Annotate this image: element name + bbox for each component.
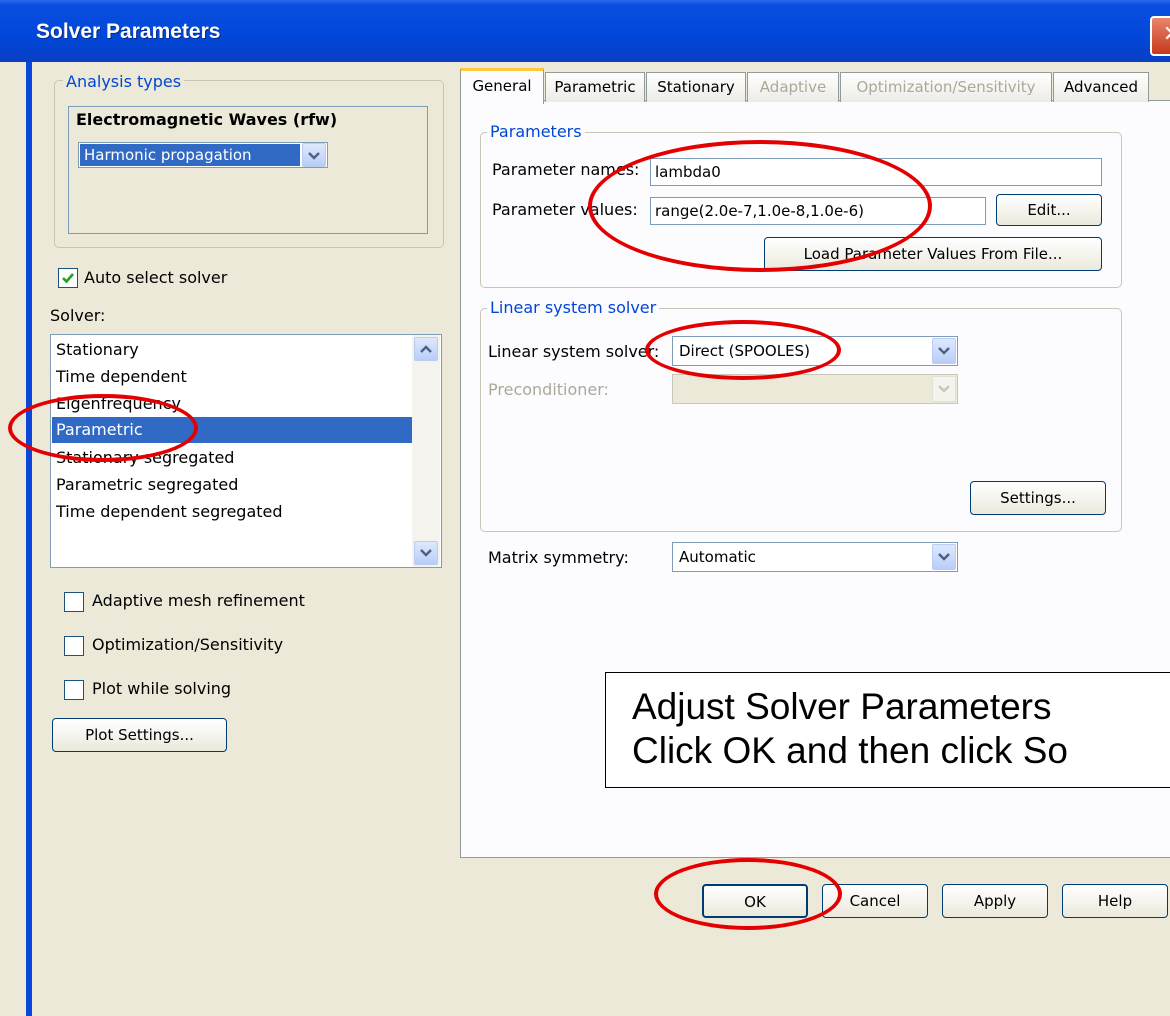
analysis-types-label: Analysis types bbox=[63, 72, 185, 91]
preconditioner-label: Preconditioner: bbox=[488, 380, 609, 399]
tab-adaptive[interactable]: Adaptive bbox=[747, 72, 839, 102]
scroll-down-button[interactable] bbox=[414, 541, 438, 565]
application-mode-name: Electromagnetic Waves (rfw) bbox=[76, 110, 338, 129]
matrix-symmetry-value: Automatic bbox=[679, 548, 756, 566]
scroll-up-button[interactable] bbox=[414, 337, 438, 361]
window-title: Solver Parameters bbox=[36, 20, 221, 43]
analysis-type-value: Harmonic propagation bbox=[80, 144, 300, 166]
checkmark-icon bbox=[62, 273, 74, 284]
adaptive-mesh-checkbox[interactable] bbox=[64, 592, 84, 612]
solver-item-stationary[interactable]: Stationary bbox=[52, 337, 412, 363]
optimization-label: Optimization/Sensitivity bbox=[92, 635, 284, 654]
linear-solver-settings-button[interactable]: Settings... bbox=[970, 481, 1106, 515]
tab-advanced[interactable]: Advanced bbox=[1053, 72, 1149, 102]
apply-button[interactable]: Apply bbox=[942, 884, 1048, 918]
plot-while-solving-checkbox[interactable] bbox=[64, 680, 84, 700]
auto-select-checkbox[interactable] bbox=[58, 268, 78, 288]
tab-parametric[interactable]: Parametric bbox=[545, 72, 645, 102]
linear-system-solver-group-label: Linear system solver bbox=[487, 298, 660, 317]
chevron-down-icon[interactable] bbox=[932, 338, 956, 364]
callout-line-1: Adjust Solver Parameters bbox=[632, 686, 1052, 727]
callout-line-2: Click OK and then click So bbox=[632, 730, 1068, 771]
chevron-down-icon bbox=[932, 376, 956, 402]
solver-label: Solver: bbox=[50, 306, 106, 325]
matrix-symmetry-label: Matrix symmetry: bbox=[488, 548, 629, 567]
plot-while-solving-label: Plot while solving bbox=[92, 679, 232, 698]
chevron-down-icon[interactable] bbox=[302, 143, 326, 167]
help-button[interactable]: Help bbox=[1062, 884, 1168, 918]
chevron-down-icon[interactable] bbox=[932, 544, 956, 570]
close-button[interactable]: ✕ bbox=[1150, 16, 1170, 56]
tab-general[interactable]: General bbox=[460, 68, 544, 104]
solver-item-parametric-segregated[interactable]: Parametric segregated bbox=[52, 472, 412, 498]
tab-stationary[interactable]: Stationary bbox=[646, 72, 746, 102]
close-icon: ✕ bbox=[1163, 22, 1170, 47]
tab-optimization-sensitivity[interactable]: Optimization/Sensitivity bbox=[840, 72, 1052, 102]
parameters-group-label: Parameters bbox=[487, 122, 585, 141]
linear-solver-label: Linear system solver: bbox=[488, 342, 660, 361]
window-frame-border bbox=[26, 62, 32, 1016]
instruction-callout: Adjust Solver Parameters Click OK and th… bbox=[605, 672, 1170, 788]
matrix-symmetry-select[interactable]: Automatic bbox=[672, 542, 958, 572]
adaptive-mesh-label: Adaptive mesh refinement bbox=[92, 591, 305, 610]
chevron-down-icon bbox=[420, 549, 432, 557]
edit-button[interactable]: Edit... bbox=[996, 194, 1102, 226]
auto-select-label: Auto select solver bbox=[84, 268, 228, 287]
analysis-type-select[interactable]: Harmonic propagation bbox=[78, 142, 328, 168]
chevron-up-icon bbox=[420, 345, 432, 353]
annotation-ellipse-ok bbox=[654, 858, 842, 930]
annotation-ellipse-linear-solver bbox=[645, 320, 841, 380]
solver-item-time-dependent-segregated[interactable]: Time dependent segregated bbox=[52, 499, 412, 525]
annotation-ellipse-parametric bbox=[8, 394, 198, 462]
solver-list-scrollbar[interactable] bbox=[412, 335, 440, 567]
annotation-ellipse-parameters bbox=[588, 140, 932, 272]
solver-item-time-dependent[interactable]: Time dependent bbox=[52, 364, 412, 390]
optimization-checkbox[interactable] bbox=[64, 636, 84, 656]
plot-settings-button[interactable]: Plot Settings... bbox=[52, 718, 227, 752]
